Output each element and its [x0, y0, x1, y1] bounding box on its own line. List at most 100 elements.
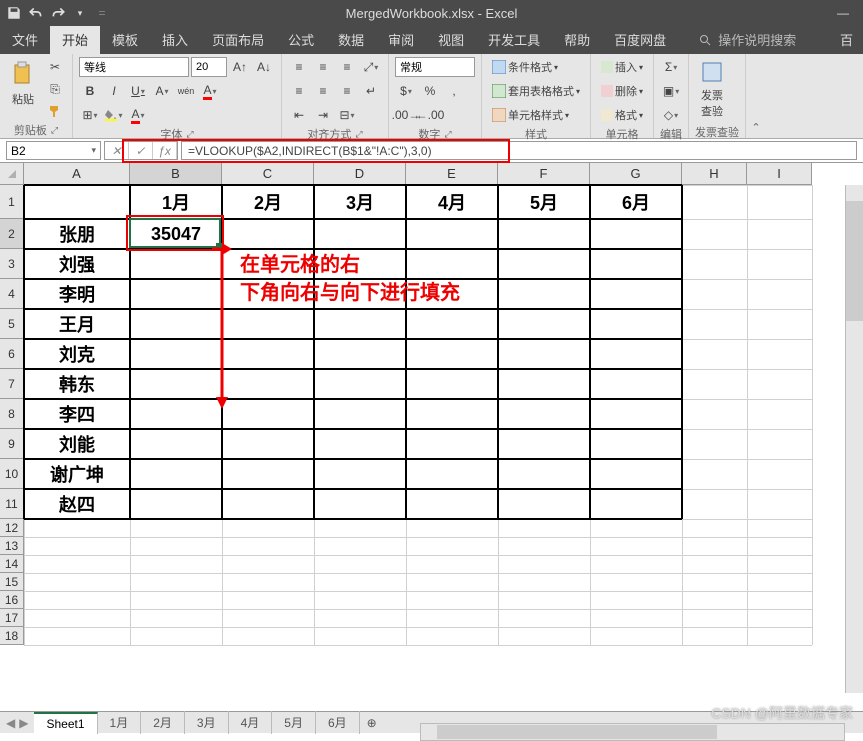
row-header-12[interactable]: 12 — [0, 519, 24, 537]
tab-insert[interactable]: 插入 — [150, 25, 200, 54]
decrease-indent-icon[interactable]: ⇤ — [288, 105, 310, 125]
tab-help[interactable]: 帮助 — [552, 25, 602, 54]
number-format-select[interactable] — [395, 57, 475, 77]
undo-icon[interactable] — [28, 5, 44, 21]
sheet-tab-4月[interactable]: 4月 — [229, 711, 273, 734]
name-cell-9[interactable]: 谢广坤 — [24, 459, 130, 489]
fill-color-icon[interactable] — [103, 105, 125, 125]
name-cell-7[interactable]: 李四 — [24, 399, 130, 429]
autosum-icon[interactable]: Σ — [660, 57, 682, 77]
tab-review[interactable]: 审阅 — [376, 25, 426, 54]
tab-baifen[interactable]: 百 — [830, 25, 863, 54]
header-cell-2[interactable]: 2月 — [222, 185, 314, 219]
tab-developer[interactable]: 开发工具 — [476, 25, 552, 54]
name-cell-2[interactable]: 刘强 — [24, 249, 130, 279]
tab-formulas[interactable]: 公式 — [276, 25, 326, 54]
cell-styles-button[interactable]: 单元格样式▾ — [488, 105, 573, 125]
row-header-14[interactable]: 14 — [0, 555, 24, 573]
sheet-tab-3月[interactable]: 3月 — [185, 711, 229, 734]
copy-icon[interactable]: ⎘ — [44, 79, 66, 99]
formula-input[interactable]: =VLOOKUP($A2,INDIRECT(B$1&"!A:C"),3,0) — [181, 141, 857, 160]
cut-icon[interactable]: ✂ — [44, 57, 66, 77]
sheet-tab-active[interactable]: Sheet1 — [34, 712, 97, 734]
phonetic-icon[interactable]: wén — [175, 81, 197, 101]
name-cell-1[interactable]: 张朋 — [24, 219, 130, 249]
minimize-button[interactable]: — — [823, 0, 863, 26]
tab-view[interactable]: 视图 — [426, 25, 476, 54]
row-header-16[interactable]: 16 — [0, 591, 24, 609]
name-box-dropdown-icon[interactable]: ▾ — [91, 145, 96, 156]
percent-icon[interactable]: % — [419, 81, 441, 101]
tell-me-search[interactable]: 操作说明搜索 — [688, 25, 806, 54]
shrink-font-icon[interactable]: A↓ — [253, 57, 275, 77]
align-right-icon[interactable]: ≡ — [336, 81, 358, 101]
col-header-G[interactable]: G — [590, 163, 682, 185]
format-cells-button[interactable]: 格式▾ — [597, 105, 647, 125]
name-cell-10[interactable]: 赵四 — [24, 489, 130, 519]
row-header-2[interactable]: 2 — [0, 219, 24, 249]
clear-icon[interactable]: ◇ — [660, 105, 682, 125]
row-header-3[interactable]: 3 — [0, 249, 24, 279]
name-cell-3[interactable]: 李明 — [24, 279, 130, 309]
row-header-15[interactable]: 15 — [0, 573, 24, 591]
row-header-8[interactable]: 8 — [0, 399, 24, 429]
delete-cells-button[interactable]: 删除▾ — [597, 81, 647, 101]
tab-home[interactable]: 开始 — [50, 25, 100, 54]
sheet-nav-next-icon[interactable]: ▶ — [19, 716, 28, 730]
sheet-tab-6月[interactable]: 6月 — [316, 711, 360, 734]
save-icon[interactable] — [6, 5, 22, 21]
col-header-D[interactable]: D — [314, 163, 406, 185]
increase-decimal-icon[interactable]: .00→ — [395, 105, 417, 125]
font-effect-icon[interactable]: A — [151, 81, 173, 101]
accounting-icon[interactable]: $ — [395, 81, 417, 101]
underline-button[interactable]: U — [127, 81, 149, 101]
redo-icon[interactable] — [50, 5, 66, 21]
align-top-icon[interactable]: ≡ — [288, 57, 310, 77]
row-header-18[interactable]: 18 — [0, 627, 24, 645]
col-header-E[interactable]: E — [406, 163, 498, 185]
invoice-button[interactable]: 发票 查验 — [695, 57, 729, 123]
header-cell-5[interactable]: 5月 — [498, 185, 590, 219]
tab-pagelayout[interactable]: 页面布局 — [200, 25, 276, 54]
font-name-select[interactable] — [79, 57, 189, 77]
row-header-7[interactable]: 7 — [0, 369, 24, 399]
col-header-B[interactable]: B — [130, 163, 222, 185]
row-header-10[interactable]: 10 — [0, 459, 24, 489]
add-sheet-button[interactable]: ⊕ — [360, 716, 384, 730]
name-cell-8[interactable]: 刘能 — [24, 429, 130, 459]
worksheet-grid[interactable]: ABCDEFGHI 123456789101112131415161718 1月… — [0, 163, 863, 711]
font-color-icon[interactable]: A — [199, 81, 221, 101]
row-header-17[interactable]: 17 — [0, 609, 24, 627]
name-cell-6[interactable]: 韩东 — [24, 369, 130, 399]
grow-font-icon[interactable]: A↑ — [229, 57, 251, 77]
sheet-tab-2月[interactable]: 2月 — [141, 711, 185, 734]
select-all-corner[interactable] — [0, 163, 24, 185]
tab-file[interactable]: 文件 — [0, 25, 50, 54]
header-cell-4[interactable]: 4月 — [406, 185, 498, 219]
conditional-format-button[interactable]: 条件格式▾ — [488, 57, 562, 77]
cancel-formula-icon[interactable]: ✕ — [105, 142, 129, 159]
decrease-decimal-icon[interactable]: ←.00 — [419, 105, 441, 125]
name-cell-5[interactable]: 刘克 — [24, 339, 130, 369]
collapse-ribbon-icon[interactable]: ⌃ — [746, 54, 766, 138]
col-header-H[interactable]: H — [682, 163, 747, 185]
tab-baidudisk[interactable]: 百度网盘 — [602, 25, 678, 54]
border-icon[interactable]: ⊞ — [79, 105, 101, 125]
comma-icon[interactable]: , — [443, 81, 465, 101]
orientation-icon[interactable]: ⤢ — [360, 57, 382, 77]
row-header-1[interactable]: 1 — [0, 185, 24, 219]
font-size-select[interactable] — [191, 57, 227, 77]
format-painter-icon[interactable] — [44, 101, 66, 121]
paste-button[interactable]: 粘贴 — [6, 57, 40, 111]
table-format-button[interactable]: 套用表格格式▾ — [488, 81, 584, 101]
col-header-F[interactable]: F — [498, 163, 590, 185]
name-cell-4[interactable]: 王月 — [24, 309, 130, 339]
vertical-scrollbar[interactable] — [845, 185, 863, 693]
fill-icon[interactable]: ▣ — [660, 81, 682, 101]
row-header-4[interactable]: 4 — [0, 279, 24, 309]
col-header-I[interactable]: I — [747, 163, 812, 185]
row-header-6[interactable]: 6 — [0, 339, 24, 369]
row-header-9[interactable]: 9 — [0, 429, 24, 459]
sheet-tab-1月[interactable]: 1月 — [98, 711, 142, 734]
align-center-icon[interactable]: ≡ — [312, 81, 334, 101]
